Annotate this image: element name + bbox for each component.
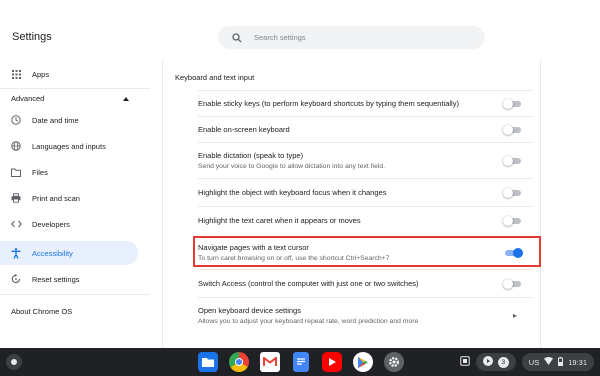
- gmail-icon[interactable]: [260, 352, 280, 372]
- sidebar: Apps Advanced Date and time Languages an…: [0, 60, 150, 348]
- setting-label: Highlight the object with keyboard focus…: [198, 188, 387, 197]
- media-notification-pill[interactable]: 3: [475, 353, 516, 371]
- dictation-toggle[interactable]: [503, 156, 521, 166]
- globe-icon: [10, 140, 22, 152]
- setting-label: Enable dictation (speak to type): [198, 151, 304, 160]
- youtube-icon[interactable]: [322, 352, 342, 372]
- settings-card: Keyboard and text input Enable sticky ke…: [162, 60, 541, 348]
- accessibility-icon: [10, 247, 22, 259]
- setting-label: Highlight the text caret when it appears…: [198, 216, 361, 225]
- launcher-button[interactable]: [6, 354, 22, 370]
- printer-icon: [10, 192, 22, 204]
- sidebar-item-label: Accessibility: [32, 248, 73, 258]
- setting-row-highlight-focus[interactable]: Highlight the object with keyboard focus…: [198, 178, 533, 206]
- highlight-caret-toggle[interactable]: [503, 216, 521, 226]
- switch-access-toggle[interactable]: [503, 279, 521, 289]
- setting-description: Allows you to adjust your keyboard repea…: [198, 318, 419, 325]
- divider: [0, 88, 150, 89]
- sidebar-item-label: Languages and inputs: [32, 141, 106, 151]
- setting-description: Send your voice to Google to allow dicta…: [198, 163, 386, 170]
- notification-count-badge: 3: [497, 356, 509, 368]
- highlight-focus-toggle[interactable]: [503, 188, 521, 198]
- clock-time: 19:31: [568, 357, 587, 367]
- sidebar-item-label: Date and time: [32, 115, 79, 125]
- sidebar-item-label: Developers: [32, 219, 70, 229]
- divider: [0, 294, 150, 295]
- system-tray: 3 US 19:31: [460, 353, 594, 371]
- setting-row-switch-access[interactable]: Switch Access (control the computer with…: [198, 269, 533, 297]
- folder-icon: [10, 166, 22, 178]
- header: Settings: [0, 0, 600, 60]
- setting-row-highlight-caret[interactable]: Highlight the text caret when it appears…: [198, 206, 533, 234]
- chrome-icon[interactable]: [229, 352, 249, 372]
- setting-label: Open keyboard device settings: [198, 306, 301, 315]
- wifi-icon: [544, 357, 554, 367]
- sidebar-item-date-and-time[interactable]: Date and time: [0, 108, 138, 132]
- chevron-up-icon: [123, 96, 129, 101]
- sidebar-item-print-and-scan[interactable]: Print and scan: [0, 186, 138, 210]
- sidebar-item-accessibility[interactable]: Accessibility: [0, 241, 138, 265]
- setting-row-on-screen-keyboard[interactable]: Enable on-screen keyboard: [198, 116, 533, 142]
- locale-label: US: [528, 357, 540, 367]
- play-store-icon[interactable]: [353, 352, 373, 372]
- search-input[interactable]: [254, 33, 454, 42]
- sidebar-item-label: Reset settings: [32, 274, 80, 284]
- highlight-annotation: [193, 236, 541, 267]
- sidebar-item-label: Files: [32, 167, 48, 177]
- sidebar-item-reset-settings[interactable]: Reset settings: [0, 267, 138, 291]
- setting-row-sticky-keys[interactable]: Enable sticky keys (to perform keyboard …: [198, 90, 533, 116]
- sidebar-item-label: Print and scan: [32, 193, 80, 203]
- page-title: Settings: [12, 31, 52, 43]
- sidebar-item-apps[interactable]: Apps: [0, 62, 138, 86]
- clock-icon: [10, 114, 22, 126]
- search-box[interactable]: [218, 26, 485, 49]
- setting-label: Enable on-screen keyboard: [198, 125, 290, 134]
- setting-row-dictation[interactable]: Enable dictation (speak to type) Send yo…: [198, 142, 533, 178]
- chevron-right-icon: ▸: [512, 311, 517, 320]
- setting-row-keyboard-device-settings[interactable]: Open keyboard device settings Allows you…: [198, 297, 533, 333]
- sidebar-item-about-chrome-os[interactable]: About Chrome OS: [11, 307, 72, 316]
- files-app-icon[interactable]: [198, 352, 218, 372]
- battery-icon: [558, 356, 564, 368]
- advanced-section-toggle[interactable]: Advanced: [11, 94, 129, 103]
- search-icon: [232, 32, 242, 42]
- settings-app-icon[interactable]: [384, 352, 404, 372]
- setting-label: Enable sticky keys (to perform keyboard …: [198, 99, 459, 108]
- sticky-keys-toggle[interactable]: [503, 99, 521, 109]
- status-area[interactable]: US 19:31: [521, 353, 594, 371]
- on-screen-keyboard-toggle[interactable]: [503, 125, 521, 135]
- shelf: 3 US 19:31: [0, 348, 600, 376]
- play-icon: [482, 356, 493, 368]
- setting-label: Switch Access (control the computer with…: [198, 279, 419, 288]
- reset-icon: [10, 273, 22, 285]
- clipboard-icon[interactable]: [460, 356, 470, 368]
- sidebar-item-files[interactable]: Files: [0, 160, 138, 184]
- sidebar-item-developers[interactable]: Developers: [0, 212, 138, 236]
- sidebar-item-label: Apps: [32, 69, 50, 79]
- section-title: Keyboard and text input: [175, 73, 255, 82]
- docs-icon[interactable]: [293, 352, 309, 372]
- grid-icon: [10, 68, 22, 80]
- sidebar-item-languages-and-inputs[interactable]: Languages and inputs: [0, 134, 138, 158]
- advanced-label: Advanced: [11, 94, 45, 103]
- shelf-apps: [198, 352, 404, 372]
- code-icon: [10, 218, 22, 230]
